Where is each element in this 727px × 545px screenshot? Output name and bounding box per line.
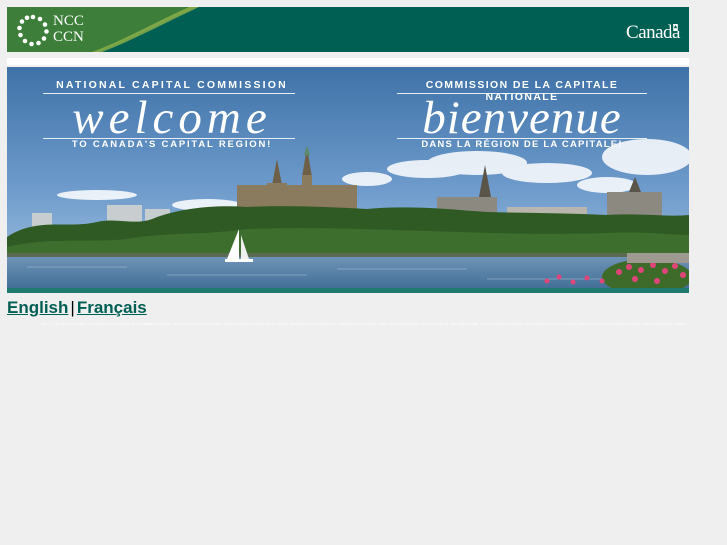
ncc-logo-line2: CCN [53, 29, 84, 45]
language-separator: | [70, 298, 75, 317]
hidden-keyword-text: NCC CCN National Capital Commission Comm… [41, 322, 686, 326]
banner-english-heading: NATIONAL CAPITAL COMMISSION [56, 79, 288, 91]
ncc-logo-icon[interactable] [15, 13, 51, 47]
header-divider [7, 58, 689, 65]
ncc-logo-line1: NCC [53, 13, 84, 29]
banner-english-subheading: TO CANADA'S CAPITAL REGION! [71, 139, 273, 150]
french-link[interactable]: Français [77, 298, 147, 317]
english-link[interactable]: English [7, 298, 68, 317]
banner-french-subheading: DANS LA RÉGION DE LA CAPITALE! [421, 139, 623, 150]
page: NCC CCN Canada NATIONAL CAPITAL COMMISSI… [0, 0, 727, 545]
header-curve [7, 7, 199, 52]
canada-flag-icon [671, 24, 680, 31]
banner-english-welcome: welcome [72, 92, 272, 144]
ncc-logo-text: NCC CCN [53, 13, 84, 45]
welcome-banner: NATIONAL CAPITAL COMMISSION welcome TO C… [7, 67, 689, 293]
header-bar: NCC CCN Canada [7, 7, 689, 52]
language-selector: English | Français [7, 298, 147, 318]
banner-french-bienvenue: bienvenue [422, 92, 622, 144]
